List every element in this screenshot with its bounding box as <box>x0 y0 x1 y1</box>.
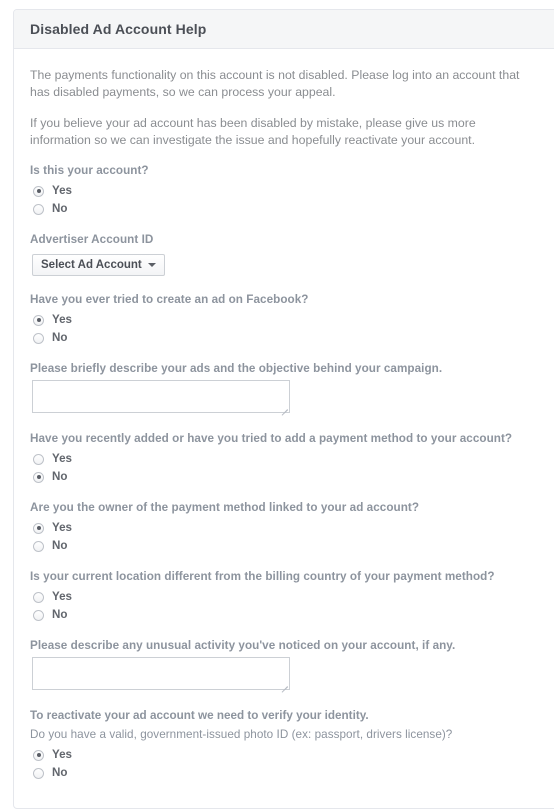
radio-option-yes[interactable]: Yes <box>33 588 552 606</box>
radio-option-label: No <box>52 202 68 215</box>
chevron-down-icon <box>147 263 156 267</box>
radio-option-label: Yes <box>52 452 72 465</box>
radio-button-icon[interactable] <box>33 185 44 197</box>
section-identity-verification: To reactivate your ad account we need to… <box>30 708 552 782</box>
radio-option-label: Yes <box>52 590 72 603</box>
intro-paragraph-2: If you believe your ad account has been … <box>30 116 476 147</box>
radio-button-icon[interactable] <box>33 749 44 761</box>
describe-ads-textarea-wrap <box>32 380 290 416</box>
radio-button-icon[interactable] <box>33 203 44 215</box>
radio-button-icon[interactable] <box>33 453 44 465</box>
radio-option-label: Yes <box>52 521 72 534</box>
radio-option-no[interactable]: No <box>33 537 552 555</box>
page-title: Disabled Ad Account Help <box>30 21 207 37</box>
field-advertiser-account-id: Advertiser Account ID Select Ad Account <box>30 232 552 278</box>
page-root: Disabled Ad Account Help The payments fu… <box>0 0 554 809</box>
question-label: Is this your account? <box>30 164 149 177</box>
radio-option-no[interactable]: No <box>33 329 552 347</box>
radio-option-label: No <box>52 470 68 483</box>
question-recently-added-payment: Have you recently added or have you trie… <box>30 431 552 486</box>
question-label: Have you recently added or have you trie… <box>30 432 513 445</box>
disabled-ad-account-help-card: Disabled Ad Account Help The payments fu… <box>13 9 554 809</box>
question-label: Is your current location different from … <box>30 570 495 583</box>
unusual-activity-textarea[interactable] <box>32 657 290 690</box>
radio-button-icon[interactable] <box>33 540 44 552</box>
radio-option-label: No <box>52 608 68 621</box>
radio-option-label: Yes <box>52 313 72 326</box>
radio-button-icon[interactable] <box>33 522 44 534</box>
radio-option-yes[interactable]: Yes <box>33 311 552 329</box>
describe-ads-textarea[interactable] <box>32 380 290 413</box>
identity-verification-heading: To reactivate your ad account we need to… <box>30 709 369 722</box>
radio-option-yes[interactable]: Yes <box>33 182 552 200</box>
radio-option-label: No <box>52 766 68 779</box>
unusual-activity-textarea-wrap <box>32 657 290 693</box>
radio-option-no[interactable]: No <box>33 468 552 486</box>
radio-option-no[interactable]: No <box>33 606 552 624</box>
radio-button-icon[interactable] <box>33 767 44 779</box>
radio-option-no[interactable]: No <box>33 200 552 218</box>
radio-option-yes[interactable]: Yes <box>33 746 552 764</box>
field-label: Please describe any unusual activity you… <box>30 639 456 652</box>
radio-option-label: Yes <box>52 748 72 761</box>
radio-button-icon[interactable] <box>33 332 44 344</box>
question-label: Have you ever tried to create an ad on F… <box>30 293 309 306</box>
intro-paragraph-1: The payments functionality on this accou… <box>30 68 520 99</box>
field-label: Please briefly describe your ads and the… <box>30 362 443 375</box>
radio-button-icon[interactable] <box>33 609 44 621</box>
radio-option-yes[interactable]: Yes <box>33 519 552 537</box>
card-header: Disabled Ad Account Help <box>14 10 554 49</box>
radio-option-label: No <box>52 331 68 344</box>
field-describe-ads: Please briefly describe your ads and the… <box>30 361 552 416</box>
question-ever-tried-create-ad: Have you ever tried to create an ad on F… <box>30 292 552 347</box>
question-label: Are you the owner of the payment method … <box>30 501 420 514</box>
radio-button-icon[interactable] <box>33 314 44 326</box>
radio-button-icon[interactable] <box>33 591 44 603</box>
field-label: Advertiser Account ID <box>30 233 154 246</box>
card-body: The payments functionality on this accou… <box>14 49 554 808</box>
radio-button-icon[interactable] <box>33 471 44 483</box>
question-location-different: Is your current location different from … <box>30 569 552 624</box>
radio-option-yes[interactable]: Yes <box>33 450 552 468</box>
radio-option-label: No <box>52 539 68 552</box>
question-owner-of-payment-method: Are you the owner of the payment method … <box>30 500 552 555</box>
question-label: Do you have a valid, government-issued p… <box>30 728 453 741</box>
select-ad-account-value: Select Ad Account <box>41 259 142 271</box>
radio-option-no[interactable]: No <box>33 764 552 782</box>
radio-option-label: Yes <box>52 184 72 197</box>
field-unusual-activity: Please describe any unusual activity you… <box>30 638 552 693</box>
question-is-this-your-account: Is this your account? Yes No <box>30 163 552 218</box>
select-ad-account-dropdown[interactable]: Select Ad Account <box>32 254 165 276</box>
